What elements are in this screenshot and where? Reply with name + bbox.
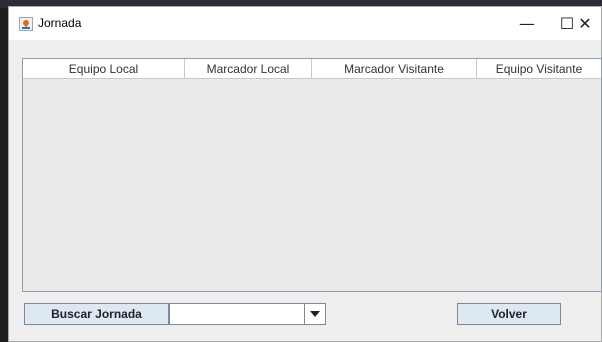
window-title: Jornada <box>38 16 82 30</box>
jornada-window: Jornada — ☐ ✕ Equipo Local Marcador Loca… <box>8 6 602 342</box>
table-header: Equipo Local Marcador Local Marcador Vis… <box>23 59 601 79</box>
column-header-marcador-visitante[interactable]: Marcador Visitante <box>312 59 477 78</box>
close-button[interactable]: ✕ <box>563 7 602 40</box>
column-header-equipo-visitante[interactable]: Equipo Visitante <box>477 59 601 78</box>
buscar-jornada-button[interactable]: Buscar Jornada <box>24 303 169 325</box>
java-cup-icon <box>19 17 33 31</box>
column-header-marcador-local[interactable]: Marcador Local <box>185 59 312 78</box>
volver-button[interactable]: Volver <box>457 303 561 325</box>
title-bar[interactable]: Jornada — ☐ ✕ <box>9 7 601 40</box>
chevron-down-icon[interactable] <box>304 304 325 324</box>
minimize-button[interactable]: — <box>505 7 549 40</box>
jornada-select[interactable] <box>169 303 326 325</box>
column-header-equipo-local[interactable]: Equipo Local <box>23 59 185 78</box>
results-table[interactable]: Equipo Local Marcador Local Marcador Vis… <box>22 58 602 292</box>
